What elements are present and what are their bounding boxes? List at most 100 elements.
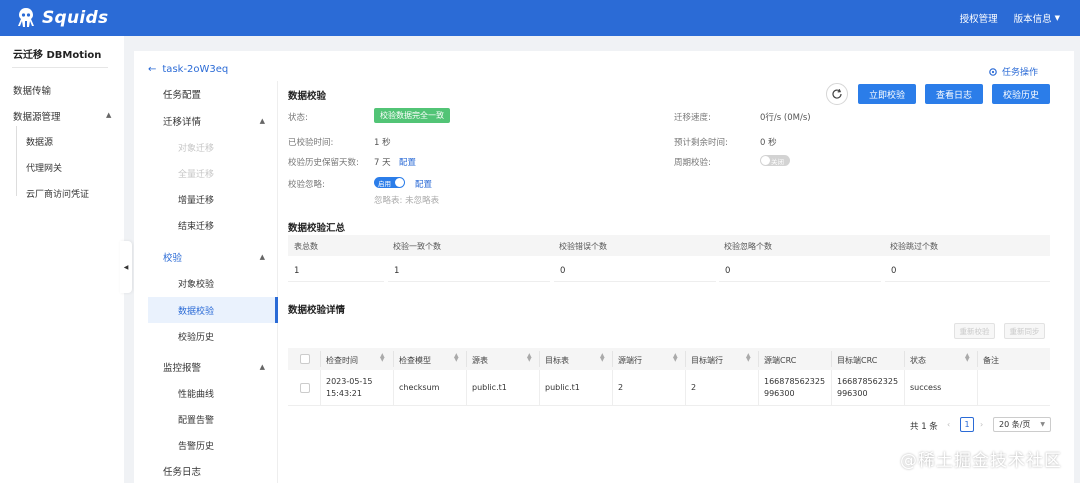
- logo[interactable]: Squids: [14, 6, 108, 30]
- summary-total: 1: [288, 258, 384, 282]
- divider: [320, 351, 321, 367]
- squid-logo-icon: [18, 8, 34, 27]
- page-size-select[interactable]: 20 条/页 ▼: [993, 417, 1051, 432]
- retention-config-link[interactable]: 配置: [399, 156, 416, 168]
- divider: [539, 351, 540, 367]
- toggle-knob: [395, 178, 404, 187]
- nav-sub-line: [16, 126, 17, 196]
- version-info-menu[interactable]: 版本信息 ▼: [1014, 11, 1060, 25]
- task-name: task-2oW3eq: [162, 64, 229, 75]
- sort-icon[interactable]: ▲ ▼: [746, 353, 751, 363]
- divider: [904, 351, 905, 367]
- menu-task-config[interactable]: 任务配置: [148, 81, 277, 107]
- summary-header-consistent: 校验一致个数: [393, 242, 441, 251]
- ignore-config-link[interactable]: 配置: [415, 178, 432, 190]
- brand-name: Squids: [42, 8, 109, 28]
- col-source-rows[interactable]: 源端行: [618, 355, 642, 366]
- divider: [539, 370, 540, 406]
- divider: [758, 370, 759, 406]
- summary-header-ignored: 校验忽略个数: [724, 242, 772, 251]
- summary-row: 1 1 0 0 0: [288, 258, 1050, 282]
- remaining-label: 预计剩余时间:: [674, 138, 728, 148]
- menu-verify-history[interactable]: 校验历史: [148, 323, 277, 349]
- col-target-crc: 目标端CRC: [837, 356, 878, 365]
- sort-icon[interactable]: ▲ ▼: [673, 353, 678, 363]
- authorization-link[interactable]: 授权管理: [960, 11, 998, 25]
- menu-data-verify[interactable]: 数据校验: [148, 297, 278, 323]
- menu-incremental-migration[interactable]: 增量迁移: [148, 186, 277, 212]
- prev-page-icon[interactable]: ‹: [947, 420, 950, 429]
- page-number[interactable]: 1: [960, 417, 974, 432]
- nav-item-cloud-credentials[interactable]: 云厂商访问凭证: [26, 187, 89, 200]
- sort-icon[interactable]: ▲ ▼: [454, 353, 459, 363]
- view-logs-button[interactable]: 查看日志: [925, 84, 983, 104]
- menu-perf-curve[interactable]: 性能曲线: [148, 380, 277, 406]
- divider: [320, 370, 321, 406]
- menu-verify[interactable]: 校验 ▲: [148, 244, 277, 270]
- menu-config-alert[interactable]: 配置告警: [148, 406, 277, 432]
- chevron-down-icon: ▼: [1054, 14, 1060, 22]
- summary-ignored: 0: [719, 258, 881, 282]
- select-all-checkbox[interactable]: [300, 354, 310, 364]
- col-check-time[interactable]: 检查时间: [326, 355, 358, 366]
- nav-item-datasource-management[interactable]: 数据源管理: [13, 109, 61, 123]
- menu-end-migration[interactable]: 结束迁移: [148, 212, 277, 238]
- col-source-crc: 源端CRC: [764, 356, 797, 365]
- top-bar: Squids 授权管理 版本信息 ▼: [0, 0, 1080, 36]
- chevron-down-icon: ▼: [1040, 421, 1045, 428]
- left-nav: 云迁移 DBMotion 数据传输 数据源管理 ▲ 数据源 代理网关 云厂商访问…: [0, 36, 124, 483]
- nav-item-proxy-gateway[interactable]: 代理网关: [26, 161, 62, 174]
- back-link[interactable]: ← task-2oW3eq: [148, 64, 228, 75]
- sort-icon[interactable]: ▲ ▼: [600, 353, 605, 363]
- chevron-up-icon: ▲: [259, 253, 265, 261]
- divider: [612, 370, 613, 406]
- summary-header-error: 校验错误个数: [559, 242, 607, 251]
- ignore-toggle[interactable]: 启用: [374, 177, 405, 188]
- divider: [393, 351, 394, 367]
- main-panel: ← task-2oW3eq 任务操作 任务配置 迁移详情 ▲ 对象迁移 全量迁移 …: [134, 51, 1074, 483]
- cell-check-time-date: 2023-05-15: [326, 377, 373, 386]
- col-status[interactable]: 状态: [910, 355, 926, 366]
- reverify-button[interactable]: 重新校验: [954, 323, 995, 339]
- cell-check-time-clock: 15:43:21: [326, 389, 362, 398]
- summary-title: 数据校验汇总: [288, 223, 346, 234]
- next-page-icon[interactable]: ›: [980, 420, 983, 429]
- menu-monitor-alert[interactable]: 监控报警 ▲: [148, 354, 277, 380]
- ignore-label: 校验忽略:: [288, 180, 325, 190]
- divider: [977, 351, 978, 367]
- retention-label: 校验历史保留天数:: [288, 158, 359, 168]
- verify-history-button[interactable]: 校验历史: [992, 84, 1050, 104]
- chevron-up-icon: ▲: [259, 363, 265, 371]
- verify-now-button[interactable]: 立即校验: [858, 84, 916, 104]
- row-checkbox[interactable]: [300, 383, 310, 393]
- cell-target-rows: 2: [691, 383, 697, 392]
- periodic-toggle[interactable]: 关闭: [760, 155, 790, 166]
- nav-item-datasource[interactable]: 数据源: [26, 135, 53, 148]
- remaining-value: 0 秒: [760, 138, 777, 148]
- menu-task-log[interactable]: 任务日志: [148, 458, 277, 483]
- refresh-button[interactable]: [826, 83, 848, 105]
- nav-item-data-transfer[interactable]: 数据传输: [13, 83, 51, 97]
- chevron-up-icon[interactable]: ▲: [106, 111, 111, 119]
- menu-migration-details[interactable]: 迁移详情 ▲: [148, 108, 277, 134]
- col-target-rows[interactable]: 目标端行: [691, 355, 723, 366]
- toggle-knob: [761, 156, 770, 165]
- arrow-left-icon: ←: [148, 64, 157, 75]
- divider: [685, 370, 686, 406]
- menu-monitor-alert-label: 监控报警: [163, 363, 202, 374]
- resync-button[interactable]: 重新同步: [1004, 323, 1045, 339]
- collapse-sidebar-button[interactable]: ◀: [120, 241, 132, 293]
- col-check-model[interactable]: 检查模型: [399, 355, 431, 366]
- sort-icon[interactable]: ▲ ▼: [527, 353, 532, 363]
- pagination-total: 共 1 条: [910, 422, 938, 432]
- table-row[interactable]: 2023-05-15 15:43:21 checksum public.t1 p…: [288, 370, 1050, 406]
- ignore-toggle-label: 启用: [378, 179, 391, 188]
- cell-status: success: [910, 383, 942, 392]
- sort-icon[interactable]: ▲ ▼: [965, 353, 970, 363]
- col-source-table[interactable]: 源表: [472, 355, 488, 366]
- col-target-table[interactable]: 目标表: [545, 355, 569, 366]
- details-title: 数据校验详情: [288, 305, 346, 316]
- menu-alert-history[interactable]: 告警历史: [148, 432, 277, 458]
- menu-object-verify[interactable]: 对象校验: [148, 270, 277, 296]
- sort-icon[interactable]: ▲ ▼: [380, 353, 385, 363]
